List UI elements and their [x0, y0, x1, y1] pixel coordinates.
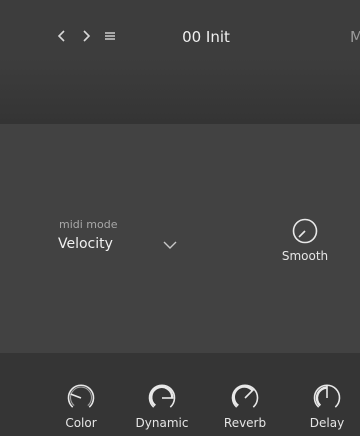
dynamic-label: Dynamic [135, 416, 189, 430]
midi-mode-value[interactable]: Velocity [58, 236, 113, 252]
truncated-edge-label: M [350, 28, 360, 46]
top-bar-shade [0, 58, 360, 124]
dynamic-knob-icon [148, 384, 176, 408]
smooth-knob[interactable] [290, 216, 320, 250]
delay-knob[interactable] [310, 381, 344, 419]
color-knob-icon [67, 384, 95, 408]
midi-mode-dropdown[interactable] [162, 236, 178, 255]
reverb-knob[interactable] [228, 381, 262, 419]
color-knob[interactable] [64, 381, 98, 419]
color-label: Color [65, 416, 97, 430]
delay-label: Delay [309, 416, 345, 430]
preset-name-container: 00 Init [0, 28, 360, 46]
top-bar [0, 0, 360, 124]
midi-mode-label: midi mode [59, 218, 118, 231]
delay-knob-icon [313, 384, 341, 408]
reverb-knob-icon [231, 384, 259, 408]
smooth-label: Smooth [281, 249, 329, 263]
reverb-label: Reverb [223, 416, 267, 430]
preset-name[interactable]: 00 Init [182, 28, 230, 46]
smooth-knob-icon [292, 218, 318, 244]
dynamic-knob[interactable] [145, 381, 179, 419]
chevron-down-icon [163, 241, 177, 249]
